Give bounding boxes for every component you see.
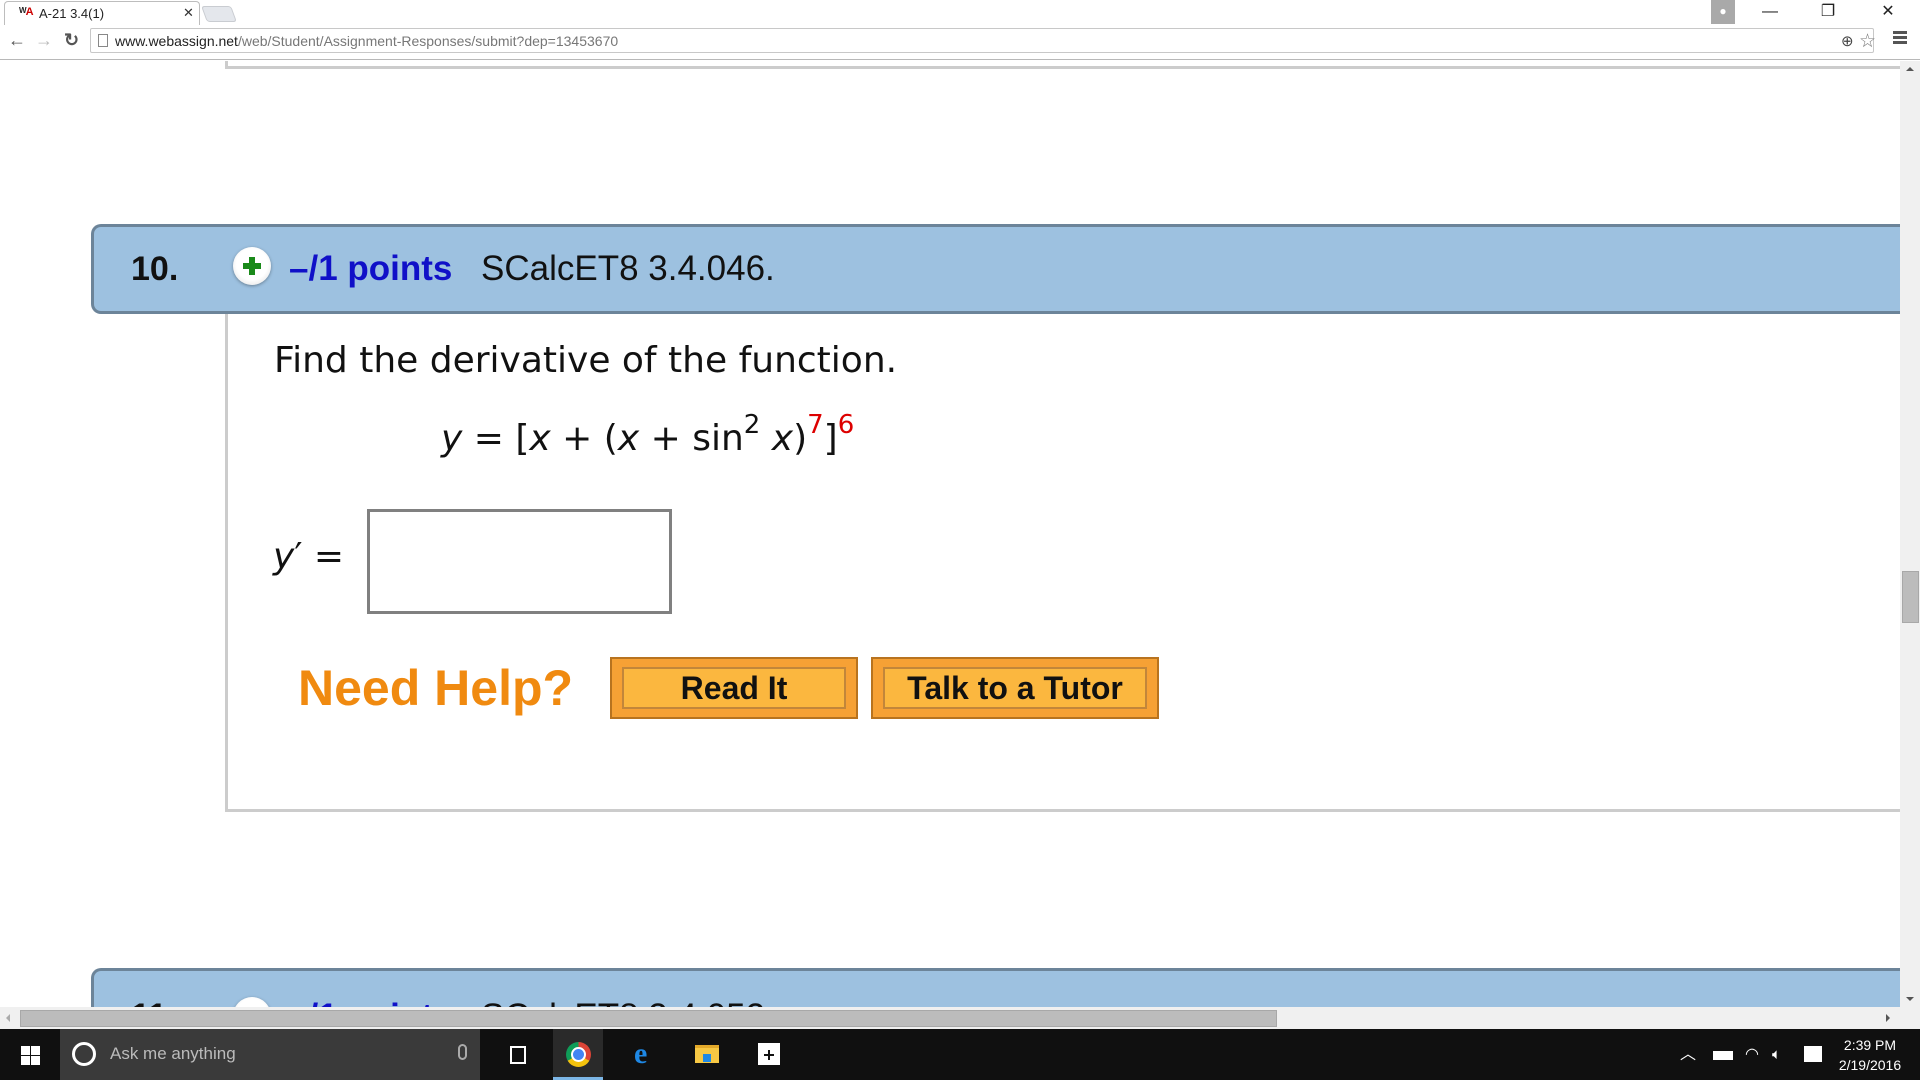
file-explorer-taskbar-button[interactable]	[682, 1029, 732, 1080]
minimize-button[interactable]: —	[1748, 0, 1792, 24]
question-source: SCalcET8 3.4.052.	[481, 997, 775, 1007]
cortana-search-box[interactable]: Ask me anything	[60, 1029, 480, 1080]
action-center-icon[interactable]	[1804, 1046, 1822, 1062]
vertical-scroll-thumb[interactable]	[1902, 571, 1919, 623]
clock-date: 2/19/2016	[1838, 1057, 1902, 1073]
question-number: 10.	[131, 250, 179, 288]
vertical-scrollbar[interactable]	[1900, 61, 1920, 1007]
new-tab-button[interactable]	[201, 6, 237, 22]
points-label: –/1 points	[289, 997, 452, 1007]
webassign-icon: WA	[19, 6, 33, 18]
talk-to-tutor-button[interactable]: Talk to a Tutor	[871, 657, 1159, 719]
restore-button[interactable]: ❐	[1806, 0, 1850, 24]
microphone-icon[interactable]	[458, 1044, 467, 1060]
store-taskbar-button[interactable]	[744, 1029, 794, 1080]
scroll-right-arrow-icon[interactable]	[1886, 1014, 1890, 1022]
browser-tab[interactable]: WA A-21 3.4(1) ✕	[4, 1, 200, 25]
battery-icon[interactable]	[1713, 1051, 1733, 1060]
close-window-button[interactable]: ✕	[1866, 0, 1910, 24]
zoom-icon[interactable]: ⊕	[1841, 32, 1854, 50]
read-it-button[interactable]: Read It	[610, 657, 858, 719]
plus-icon[interactable]	[233, 997, 271, 1007]
outer-exponent: 6	[837, 410, 855, 440]
need-help-label: Need Help?	[298, 660, 574, 716]
reload-icon[interactable]: ↻	[64, 30, 79, 51]
profile-icon[interactable]: ●	[1711, 0, 1735, 24]
question-number: 11.	[131, 997, 176, 1007]
task-view-icon[interactable]	[510, 1046, 526, 1064]
edge-taskbar-button[interactable]: e	[620, 1029, 670, 1080]
page-content: 10. –/1 points SCalcET8 3.4.046. Find th…	[0, 61, 1900, 1007]
cortana-icon	[72, 1042, 96, 1066]
scroll-up-arrow-icon[interactable]	[1906, 67, 1914, 71]
edge-icon: e	[634, 1037, 648, 1070]
plus-icon[interactable]	[233, 247, 271, 285]
question-source: SCalcET8 3.4.046.	[481, 249, 775, 288]
previous-question-panel	[225, 61, 1900, 69]
bookmark-star-icon[interactable]: ☆	[1859, 30, 1876, 53]
question-body: Find the derivative of the function. y =…	[225, 314, 1900, 812]
browser-toolbar: ← → ↻ www.webassign.net/web/Student/Assi…	[0, 25, 1920, 60]
chrome-icon	[566, 1042, 591, 1067]
show-hidden-icons-chevron-icon[interactable]: ︿	[1680, 1029, 1696, 1080]
store-icon	[758, 1043, 780, 1065]
windows-start-icon[interactable]	[0, 1029, 58, 1080]
function-equation: y = [x + (x + sin2 x)7]6	[441, 410, 855, 459]
menu-icon[interactable]	[1893, 31, 1907, 44]
question-prompt: Find the derivative of the function.	[274, 340, 898, 381]
tab-close-icon[interactable]: ✕	[183, 5, 194, 21]
question-header: 11. –/1 points SCalcET8 3.4.052.	[91, 968, 1900, 1007]
horizontal-scroll-thumb[interactable]	[20, 1010, 1277, 1027]
browser-titlebar: WA A-21 3.4(1) ✕ ● — ❐ ✕	[0, 0, 1920, 25]
answer-input[interactable]	[367, 509, 672, 614]
points-label: –/1 points	[289, 249, 453, 288]
answer-label: y′ =	[273, 536, 345, 577]
system-clock[interactable]: 2:39 PM 2/19/2016	[1830, 1035, 1910, 1075]
address-bar[interactable]: www.webassign.net/web/Student/Assignment…	[90, 28, 1876, 53]
tab-title: A-21 3.4(1)	[39, 6, 105, 21]
page-icon	[98, 34, 108, 47]
folder-icon	[695, 1045, 719, 1063]
scroll-left-arrow-icon[interactable]	[6, 1014, 10, 1022]
scrollbar-corner	[1900, 1007, 1920, 1029]
search-placeholder: Ask me anything	[110, 1044, 236, 1063]
url-text[interactable]: www.webassign.net/web/Student/Assignment…	[115, 33, 618, 49]
inner-exponent: 7	[807, 410, 824, 440]
horizontal-scrollbar[interactable]	[0, 1007, 1900, 1029]
windows-taskbar: Ask me anything e ︿ ◠ 🔈︎ 2:39 PM 2/19/20…	[0, 1029, 1920, 1080]
wifi-icon[interactable]: ◠	[1745, 1029, 1759, 1080]
scroll-down-arrow-icon[interactable]	[1906, 997, 1914, 1001]
clock-time: 2:39 PM	[1843, 1037, 1897, 1053]
volume-icon[interactable]: 🔈︎	[1772, 1029, 1781, 1080]
question-header: 10. –/1 points SCalcET8 3.4.046.	[91, 224, 1900, 314]
back-arrow-icon[interactable]: ←	[8, 30, 26, 51]
chrome-taskbar-button[interactable]	[553, 1029, 603, 1080]
forward-arrow-icon[interactable]: →	[35, 30, 53, 51]
